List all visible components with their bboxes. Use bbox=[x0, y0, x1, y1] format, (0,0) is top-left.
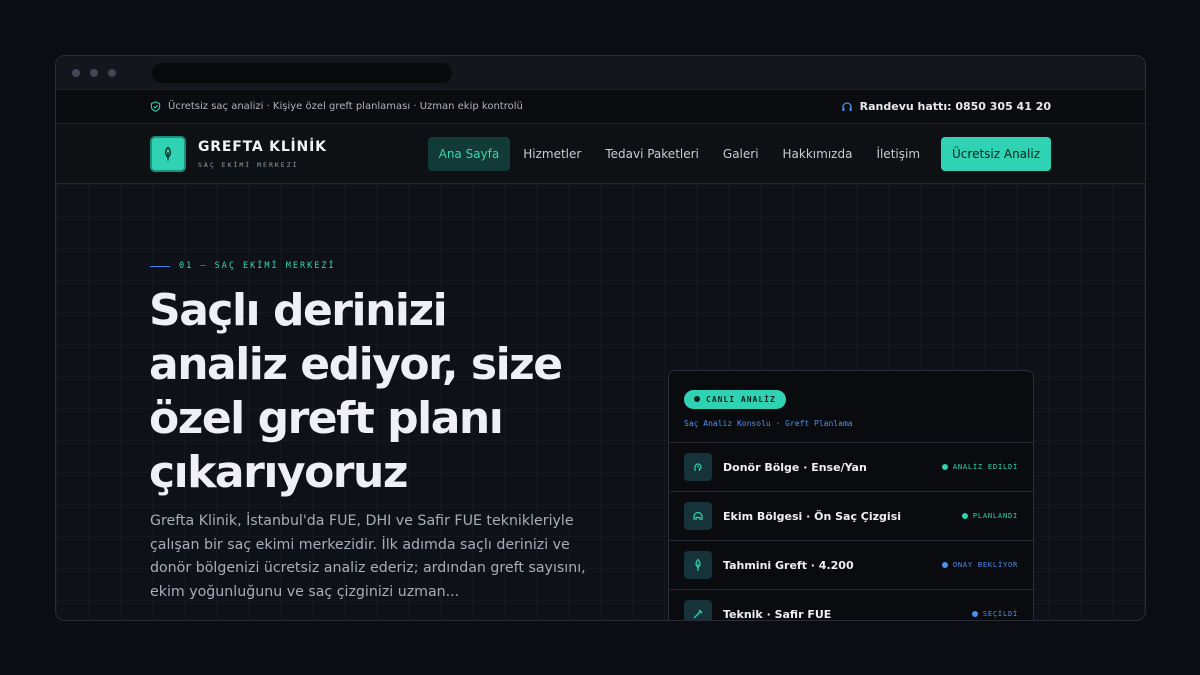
brand-subtitle: SAÇ EKİMİ MERKEZİ bbox=[198, 160, 299, 169]
status-badge: ONAY BEKLİYOR bbox=[941, 561, 1018, 569]
eyebrow-line bbox=[150, 265, 170, 267]
console-header: CANLI ANALİZ Saç Analiz Konsolu · Greft … bbox=[669, 371, 1033, 443]
headset-icon bbox=[841, 101, 852, 111]
free-analysis-button[interactable]: Ücretsiz Analiz bbox=[941, 136, 1051, 171]
row-label: Ekim Bölgesi · Ön Saç Çizgisi bbox=[723, 509, 902, 523]
row-label: Donör Bölge · Ense/Yan bbox=[723, 460, 867, 474]
hairline-icon bbox=[684, 502, 712, 530]
tagline-text: Ücretsiz saç analizi · Kişiye özel greft… bbox=[168, 101, 523, 112]
status-badge: ANALİZ EDİLDİ bbox=[941, 463, 1018, 471]
sapphire-icon bbox=[684, 600, 712, 620]
status-text: ANALİZ EDİLDİ bbox=[952, 463, 1018, 471]
status-badge: PLANLANDI bbox=[961, 512, 1018, 520]
nav-item-iletisim[interactable]: İletişim bbox=[865, 137, 931, 171]
brand-text[interactable]: GREFTA KLİNİK SAÇ EKİMİ MERKEZİ bbox=[198, 139, 327, 169]
phone-text: Randevu hattı: 0850 305 41 20 bbox=[859, 100, 1051, 113]
tagline-group: Ücretsiz saç analizi · Kişiye özel greft… bbox=[150, 101, 523, 112]
brand-name: GREFTA KLİNİK bbox=[198, 138, 327, 155]
live-badge-label: CANLI ANALİZ bbox=[706, 394, 776, 404]
status-dot-icon bbox=[941, 562, 948, 568]
window-dot-maximize[interactable] bbox=[108, 68, 116, 77]
hero-lead-text: Grefta Klinik, İstanbul'da FUE, DHI ve S… bbox=[150, 513, 586, 600]
graft-icon bbox=[684, 551, 712, 579]
status-text: PLANLANDI bbox=[972, 512, 1018, 520]
address-bar[interactable] bbox=[152, 62, 452, 83]
row-label: Teknik · Safir FUE bbox=[723, 607, 832, 621]
window-dot-minimize[interactable] bbox=[90, 68, 98, 77]
main-navbar: GREFTA KLİNİK SAÇ EKİMİ MERKEZİ Ana Sayf… bbox=[56, 124, 1145, 184]
browser-window: Ücretsiz saç analizi · Kişiye özel greft… bbox=[55, 55, 1146, 621]
console-subtitle: Saç Analiz Konsolu · Greft Planlama bbox=[684, 418, 853, 428]
console-row[interactable]: Teknik · Safir FUE SEÇİLDİ bbox=[669, 590, 1033, 621]
status-badge: SEÇİLDİ bbox=[971, 610, 1018, 618]
hero-headline: Saçlı derinizi analiz ediyor, size özel … bbox=[149, 285, 563, 498]
window-dot-close[interactable] bbox=[72, 68, 80, 77]
scalp-icon bbox=[684, 453, 712, 481]
nav-item-tedavi-paketleri[interactable]: Tedavi Paketleri bbox=[594, 137, 710, 171]
nav-item-ana-sayfa[interactable]: Ana Sayfa bbox=[427, 136, 511, 171]
console-row[interactable]: Ekim Bölgesi · Ön Saç Çizgisi PLANLANDI bbox=[669, 492, 1033, 541]
brand-logo[interactable] bbox=[150, 135, 186, 172]
status-dot-icon bbox=[971, 611, 978, 617]
nav-item-hizmetler[interactable]: Hizmetler bbox=[512, 137, 592, 171]
hero-section: 01 — SAÇ EKİMİ MERKEZİ Saçlı derinizi an… bbox=[56, 184, 1145, 621]
leaf-logo-icon bbox=[164, 146, 172, 160]
console-row[interactable]: Donör Bölge · Ense/Yan ANALİZ EDİLDİ bbox=[669, 443, 1033, 492]
shield-check-icon bbox=[150, 101, 161, 112]
hero-eyebrow: 01 — SAÇ EKİMİ MERKEZİ bbox=[150, 261, 336, 271]
browser-chrome bbox=[56, 56, 1145, 90]
analysis-console-card: CANLI ANALİZ Saç Analiz Konsolu · Greft … bbox=[668, 370, 1034, 621]
eyebrow-text: 01 — SAÇ EKİMİ MERKEZİ bbox=[179, 261, 336, 271]
status-dot-icon bbox=[961, 513, 968, 519]
phone-group[interactable]: Randevu hattı: 0850 305 41 20 bbox=[841, 100, 1051, 113]
nav-item-galeri[interactable]: Galeri bbox=[712, 137, 770, 171]
status-text: SEÇİLDİ bbox=[982, 610, 1018, 618]
nav-menu: Ana Sayfa Hizmetler Tedavi Paketleri Gal… bbox=[426, 136, 1051, 171]
row-label: Tahmini Greft · 4.200 bbox=[723, 558, 854, 572]
status-text: ONAY BEKLİYOR bbox=[952, 561, 1018, 569]
top-info-bar: Ücretsiz saç analizi · Kişiye özel greft… bbox=[56, 90, 1145, 124]
live-analysis-badge: CANLI ANALİZ bbox=[684, 389, 786, 409]
status-dot-icon bbox=[941, 464, 948, 470]
live-dot-icon bbox=[694, 396, 700, 402]
nav-item-hakkimizda[interactable]: Hakkımızda bbox=[772, 137, 864, 171]
console-row[interactable]: Tahmini Greft · 4.200 ONAY BEKLİYOR bbox=[669, 541, 1033, 590]
